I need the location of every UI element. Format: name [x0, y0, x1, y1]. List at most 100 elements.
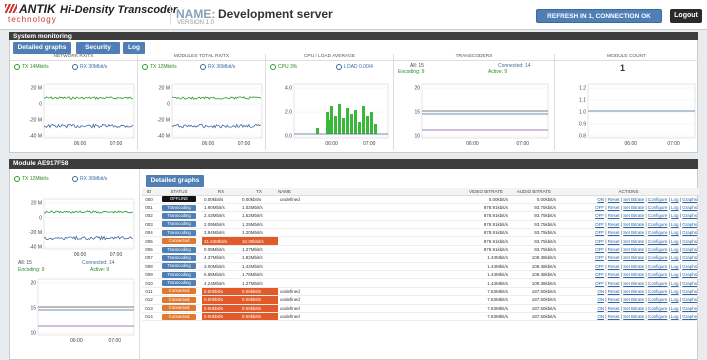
- toggle-link[interactable]: OFF: [595, 213, 604, 218]
- action-link-log[interactable]: Log: [671, 247, 679, 252]
- toggle-link[interactable]: OFF: [595, 205, 604, 210]
- action-link-configure[interactable]: Configure: [648, 314, 668, 319]
- action-link-graphs[interactable]: Graphs: [682, 306, 697, 311]
- action-link-set-bitrate[interactable]: Set Bitrate: [623, 222, 644, 227]
- action-link-log[interactable]: Log: [671, 255, 679, 260]
- action-link-set-bitrate[interactable]: Set Bitrate: [623, 230, 644, 235]
- action-link-graphs[interactable]: Graphs: [682, 222, 697, 227]
- action-link-reset[interactable]: Reset: [608, 230, 620, 235]
- action-link-set-bitrate[interactable]: Set Bitrate: [623, 297, 644, 302]
- table-row: 005 Connected 31.63Mbit/s 10.30kbit/s 878.91…: [142, 236, 699, 246]
- action-link-graphs[interactable]: Graphs: [682, 297, 697, 302]
- action-link-configure[interactable]: Configure: [648, 247, 668, 252]
- action-link-log[interactable]: Log: [671, 222, 679, 227]
- action-link-graphs[interactable]: Graphs: [682, 230, 697, 235]
- action-link-configure[interactable]: Configure: [648, 197, 668, 202]
- action-link-configure[interactable]: Configure: [648, 230, 668, 235]
- action-link-set-bitrate[interactable]: Set Bitrate: [623, 306, 644, 311]
- action-link-reset[interactable]: Reset: [608, 213, 620, 218]
- action-link-set-bitrate[interactable]: Set Bitrate: [623, 213, 644, 218]
- action-link-graphs[interactable]: Graphs: [682, 314, 697, 319]
- toggle-link[interactable]: OFF: [595, 264, 604, 269]
- action-link-reset[interactable]: Reset: [608, 247, 620, 252]
- action-link-configure[interactable]: Configure: [648, 264, 668, 269]
- system-monitoring-panel: Detailed graphs Security Log NETWORK RX/…: [9, 40, 698, 153]
- action-link-set-bitrate[interactable]: Set Bitrate: [623, 314, 644, 319]
- tab-log[interactable]: Log: [123, 42, 145, 54]
- action-link-configure[interactable]: Configure: [648, 213, 668, 218]
- action-link-graphs[interactable]: Graphs: [682, 255, 697, 260]
- action-link-reset[interactable]: Reset: [608, 272, 620, 277]
- action-link-reset[interactable]: Reset: [608, 289, 620, 294]
- action-link-set-bitrate[interactable]: Set Bitrate: [623, 289, 644, 294]
- load-gauge-icon: [336, 64, 342, 70]
- toggle-link[interactable]: OFF: [595, 272, 604, 277]
- toggle-link[interactable]: OFF: [595, 222, 604, 227]
- action-link-log[interactable]: Log: [671, 306, 679, 311]
- action-link-graphs[interactable]: Graphs: [682, 197, 697, 202]
- status-badge: Transcoding: [162, 271, 196, 278]
- toggle-link[interactable]: OFF: [595, 247, 604, 252]
- action-link-configure[interactable]: Configure: [648, 281, 668, 286]
- action-link-reset[interactable]: Reset: [608, 297, 620, 302]
- toggle-link[interactable]: ON: [597, 314, 604, 319]
- action-link-set-bitrate[interactable]: Set Bitrate: [623, 255, 644, 260]
- action-link-graphs[interactable]: Graphs: [682, 289, 697, 294]
- logout-button[interactable]: Logout: [670, 9, 702, 23]
- refresh-status-button[interactable]: REFRESH IN 1, CONNECTION OK: [536, 9, 662, 23]
- action-link-log[interactable]: Log: [671, 230, 679, 235]
- action-link-graphs[interactable]: Graphs: [682, 213, 697, 218]
- toggle-link[interactable]: ON: [597, 197, 604, 202]
- action-link-configure[interactable]: Configure: [648, 289, 668, 294]
- toggle-link[interactable]: OFF: [595, 239, 604, 244]
- action-link-set-bitrate[interactable]: Set Bitrate: [623, 205, 644, 210]
- toggle-link[interactable]: OFF: [595, 255, 604, 260]
- action-link-log[interactable]: Log: [671, 197, 679, 202]
- action-link-graphs[interactable]: Graphs: [682, 247, 697, 252]
- action-link-log[interactable]: Log: [671, 314, 679, 319]
- action-link-graphs[interactable]: Graphs: [682, 281, 697, 286]
- action-link-configure[interactable]: Configure: [648, 205, 668, 210]
- action-link-reset[interactable]: Reset: [608, 197, 620, 202]
- toggle-link[interactable]: ON: [597, 297, 604, 302]
- action-link-configure[interactable]: Configure: [648, 255, 668, 260]
- action-link-set-bitrate[interactable]: Set Bitrate: [623, 239, 644, 244]
- action-link-configure[interactable]: Configure: [648, 297, 668, 302]
- action-link-log[interactable]: Log: [671, 213, 679, 218]
- action-link-log[interactable]: Log: [671, 289, 679, 294]
- action-link-reset[interactable]: Reset: [608, 239, 620, 244]
- action-link-log[interactable]: Log: [671, 205, 679, 210]
- action-link-configure[interactable]: Configure: [648, 272, 668, 277]
- toggle-link[interactable]: OFF: [595, 230, 604, 235]
- tab-detailed-graphs[interactable]: Detailed graphs: [13, 42, 71, 54]
- action-link-configure[interactable]: Configure: [648, 306, 668, 311]
- action-link-reset[interactable]: Reset: [608, 264, 620, 269]
- action-link-graphs[interactable]: Graphs: [682, 239, 697, 244]
- action-link-reset[interactable]: Reset: [608, 255, 620, 260]
- action-link-graphs[interactable]: Graphs: [682, 205, 697, 210]
- action-link-set-bitrate[interactable]: Set Bitrate: [623, 247, 644, 252]
- action-link-set-bitrate[interactable]: Set Bitrate: [623, 272, 644, 277]
- module-detailed-graphs-button[interactable]: Detailed graphs: [146, 175, 204, 187]
- action-link-log[interactable]: Log: [671, 239, 679, 244]
- action-link-configure[interactable]: Configure: [648, 239, 668, 244]
- toggle-link[interactable]: ON: [597, 306, 604, 311]
- tab-security[interactable]: Security: [76, 42, 120, 54]
- action-link-reset[interactable]: Reset: [608, 205, 620, 210]
- action-link-graphs[interactable]: Graphs: [682, 264, 697, 269]
- action-link-configure[interactable]: Configure: [648, 222, 668, 227]
- action-link-log[interactable]: Log: [671, 264, 679, 269]
- action-link-set-bitrate[interactable]: Set Bitrate: [623, 281, 644, 286]
- action-link-log[interactable]: Log: [671, 281, 679, 286]
- action-link-reset[interactable]: Reset: [608, 314, 620, 319]
- action-link-reset[interactable]: Reset: [608, 281, 620, 286]
- action-link-reset[interactable]: Reset: [608, 222, 620, 227]
- action-link-graphs[interactable]: Graphs: [682, 272, 697, 277]
- action-link-set-bitrate[interactable]: Set Bitrate: [623, 197, 644, 202]
- action-link-set-bitrate[interactable]: Set Bitrate: [623, 264, 644, 269]
- toggle-link[interactable]: OFF: [595, 281, 604, 286]
- toggle-link[interactable]: ON: [597, 289, 604, 294]
- action-link-log[interactable]: Log: [671, 272, 679, 277]
- action-link-log[interactable]: Log: [671, 297, 679, 302]
- action-link-reset[interactable]: Reset: [608, 306, 620, 311]
